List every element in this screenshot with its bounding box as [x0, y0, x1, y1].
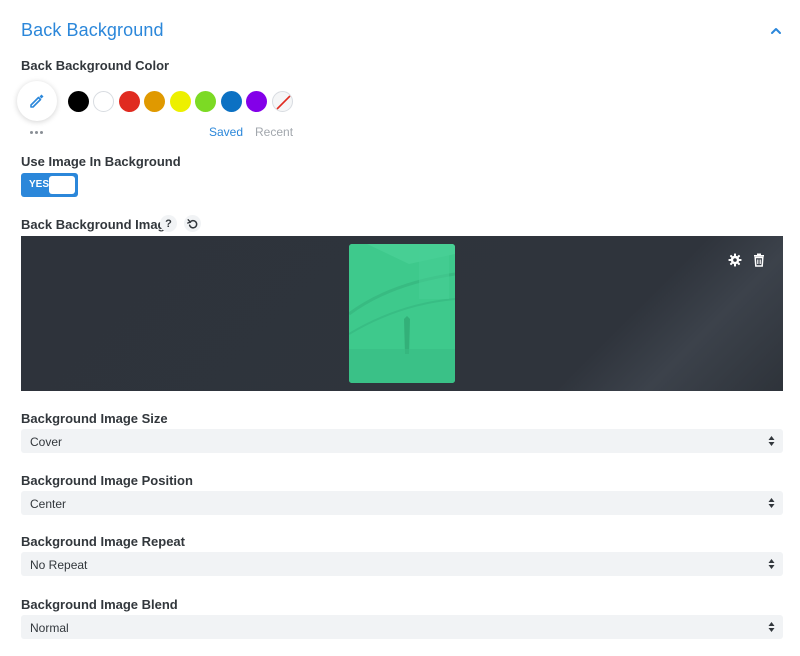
no-color-icon — [276, 95, 291, 110]
repeat-label: Background Image Repeat — [21, 534, 185, 549]
color-label: Back Background Color — [21, 58, 170, 73]
position-select-value: Center — [30, 497, 67, 511]
tab-saved[interactable]: Saved — [209, 125, 243, 139]
image-upload-panel[interactable] — [21, 236, 783, 391]
trash-icon[interactable] — [751, 252, 767, 268]
size-select-value: Cover — [30, 435, 63, 449]
chevron-up-icon[interactable] — [769, 24, 783, 38]
help-icon[interactable]: ? — [160, 215, 177, 232]
position-select[interactable]: Center — [21, 491, 783, 515]
image-label: Back Background Image — [21, 217, 173, 232]
help-glyph: ? — [165, 217, 172, 230]
section-title: Back Background — [21, 20, 164, 40]
toggle-state-label: YES — [29, 179, 50, 190]
swatch-white[interactable] — [93, 91, 114, 112]
tab-recent[interactable]: Recent — [255, 125, 293, 139]
position-label: Background Image Position — [21, 473, 193, 488]
background-image-thumbnail[interactable] — [349, 244, 455, 383]
swatch-no-color[interactable] — [272, 91, 293, 112]
reset-icon[interactable] — [184, 215, 201, 232]
undo-icon — [186, 218, 197, 229]
repeat-select-value: No Repeat — [30, 558, 88, 572]
size-label: Background Image Size — [21, 411, 168, 426]
swatch-red[interactable] — [119, 91, 140, 112]
select-arrows-icon — [768, 622, 775, 632]
swatch-orange[interactable] — [144, 91, 165, 112]
swatch-green[interactable] — [195, 91, 216, 112]
blend-select-value: Normal — [30, 621, 69, 635]
use-image-toggle[interactable]: YES — [21, 173, 78, 197]
more-options-icon[interactable] — [29, 130, 45, 136]
swatch-yellow[interactable] — [170, 91, 191, 112]
swatch-blue[interactable] — [221, 91, 242, 112]
use-image-label: Use Image In Background — [21, 154, 181, 169]
repeat-select[interactable]: No Repeat — [21, 552, 783, 576]
color-picker-button[interactable] — [17, 81, 57, 121]
swatch-purple[interactable] — [246, 91, 267, 112]
size-select[interactable]: Cover — [21, 429, 783, 453]
eyedropper-icon — [30, 94, 44, 108]
select-arrows-icon — [768, 436, 775, 446]
swatch-black[interactable] — [68, 91, 89, 112]
section-header[interactable]: Back Background — [21, 20, 783, 44]
select-arrows-icon — [768, 559, 775, 569]
blend-label: Background Image Blend — [21, 597, 178, 612]
blend-select[interactable]: Normal — [21, 615, 783, 639]
toggle-knob — [49, 176, 75, 194]
gear-icon[interactable] — [727, 252, 743, 268]
select-arrows-icon — [768, 498, 775, 508]
thumbnail-photo — [349, 244, 455, 383]
